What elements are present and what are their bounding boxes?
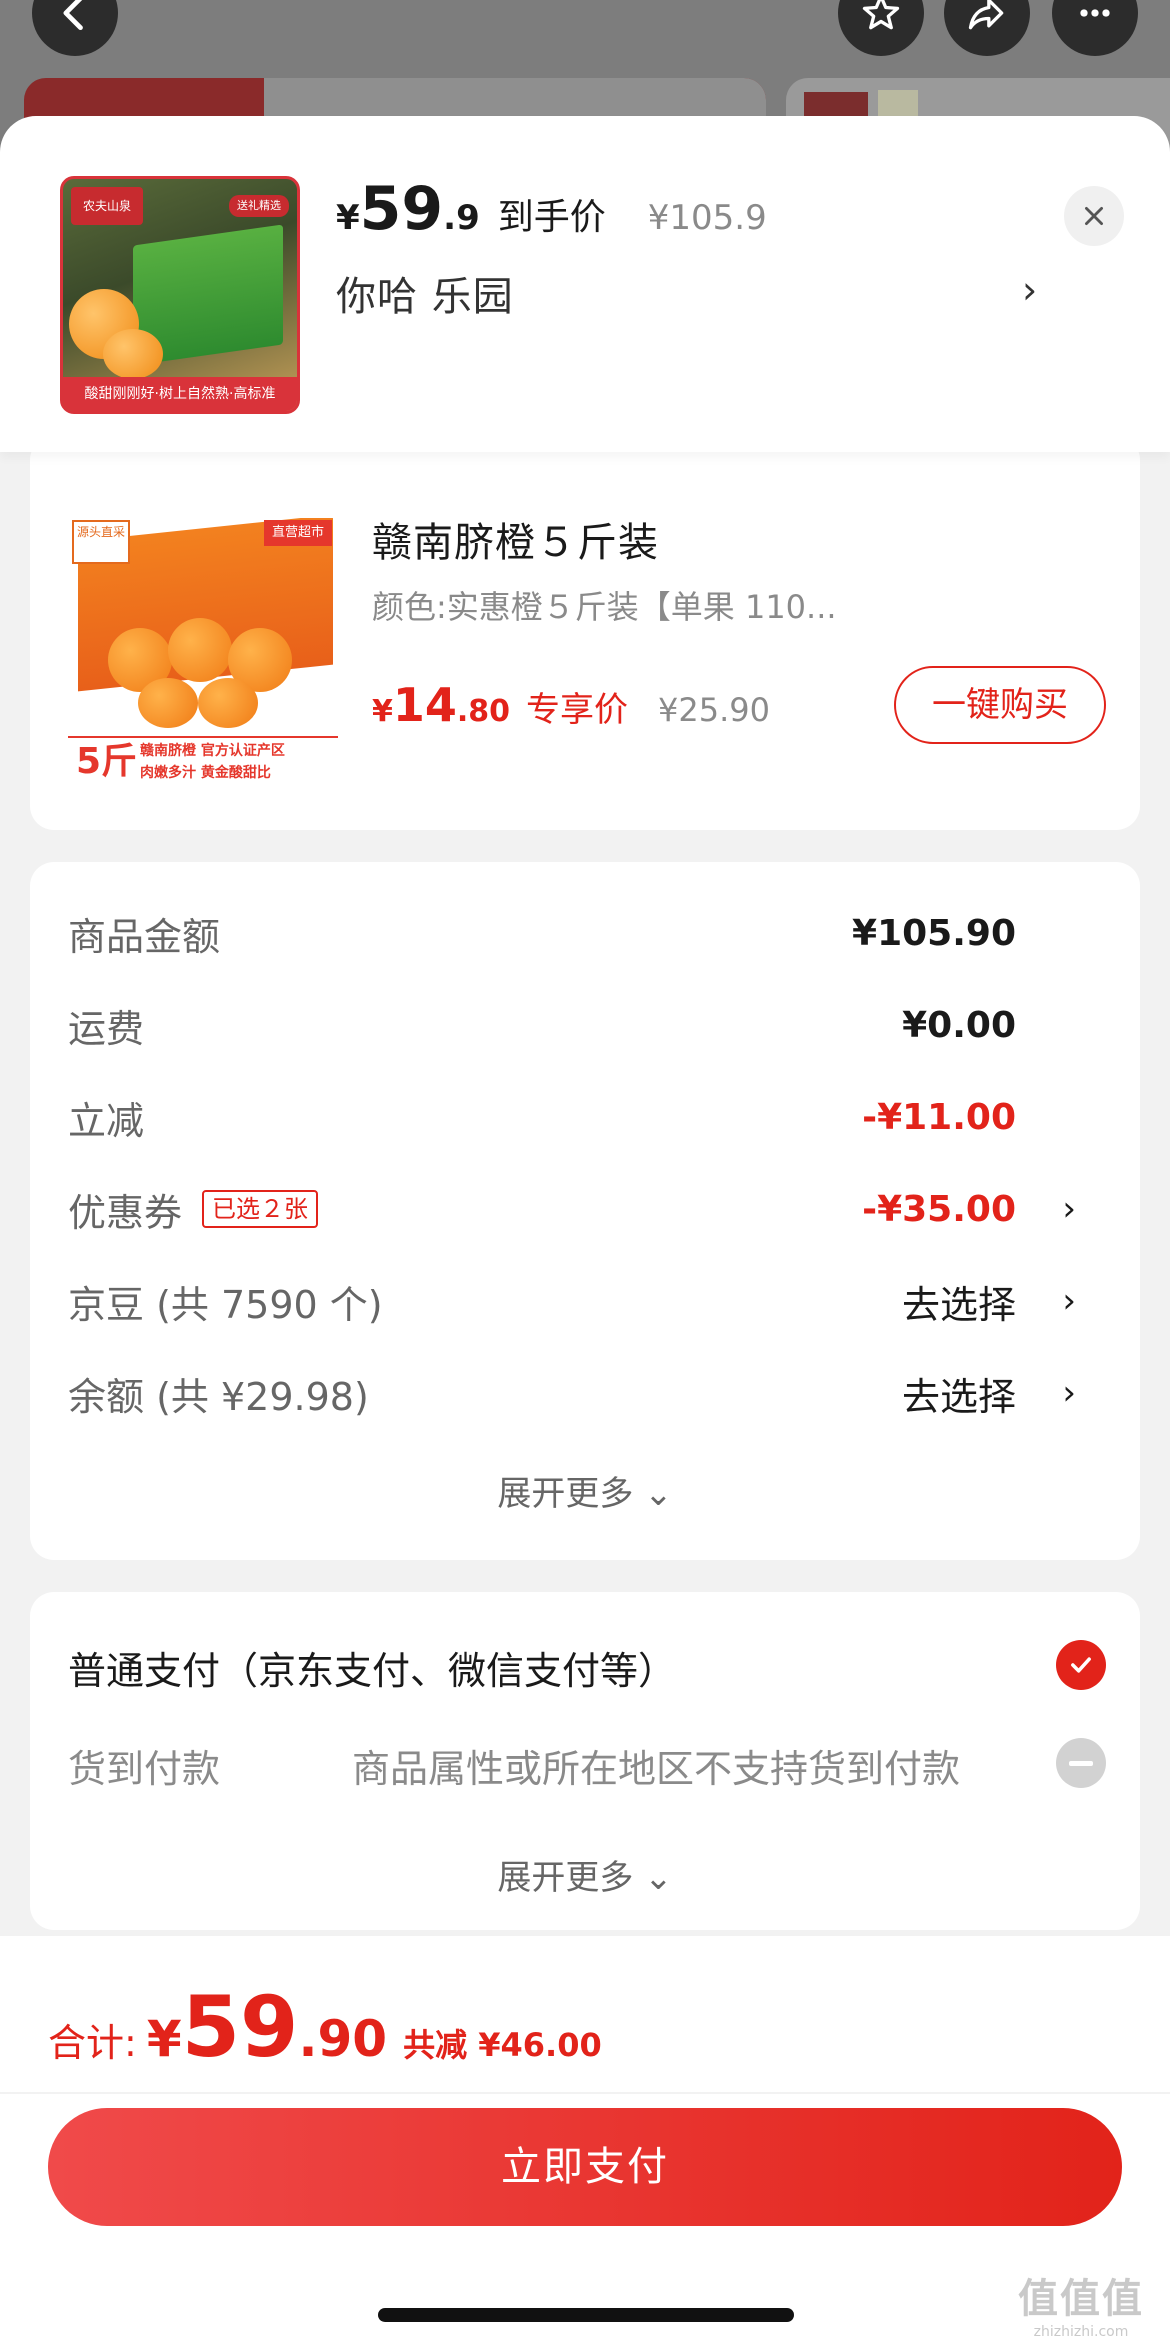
product-thumbnail[interactable]: 农夫山泉 送礼精选 酸甜刚刚好·树上自然熟·高标准	[60, 176, 300, 414]
order-summary-card: 商品金额 ¥105.90 运费 ¥0.00 立减 -¥11.00 优惠券 已选２…	[30, 862, 1140, 1560]
order-total: 合计: ¥ 59 .90 共减 ¥46.00	[48, 1978, 602, 2076]
share-button[interactable]	[944, 0, 1030, 56]
price-integer: 59	[359, 174, 444, 244]
origin-text: 赣南脐橙 官方认证产区	[140, 743, 285, 759]
price-decimal: .80	[456, 694, 511, 729]
more-dots-icon	[1080, 9, 1110, 17]
payment-method-card: 普通支付（京东支付、微信支付等） 货到付款 商品属性或所在地区不支持货到付款 展…	[30, 1592, 1140, 1930]
price-decimal: .9	[443, 198, 480, 238]
close-icon	[1085, 207, 1103, 225]
address-chevron-icon[interactable]: ›	[1022, 268, 1037, 312]
pay-now-button[interactable]: 立即支付	[48, 2108, 1122, 2226]
row-value: ¥105.90	[852, 912, 1016, 954]
currency-symbol: ¥	[372, 694, 393, 729]
original-price: ¥105.9	[647, 198, 767, 238]
product-title[interactable]: 赣南脐橙５斤装	[372, 510, 659, 568]
orange-image	[103, 329, 163, 379]
price-label: 专享价	[526, 690, 629, 730]
expand-more-button[interactable]: 展开更多 ⌄	[30, 1850, 1140, 1899]
payment-option-cod: 货到付款	[68, 1747, 221, 1791]
row-value: 去选择	[901, 1374, 1016, 1419]
gift-tag: 送礼精选	[229, 195, 289, 217]
payment-option-normal[interactable]: 普通支付（京东支付、微信支付等）	[68, 1640, 676, 1695]
chevron-left-icon	[63, 0, 83, 31]
check-circle-icon[interactable]	[1056, 1640, 1106, 1690]
checkout-bar: 合计: ¥ 59 .90 共减 ¥46.00 立即支付 值值值 zhizhizh…	[0, 1936, 1170, 2346]
summary-row-discount: 立减 -¥11.00	[68, 1092, 1104, 1143]
summary-row-subtotal: 商品金额 ¥105.90	[68, 908, 1104, 959]
row-value: ¥0.00	[902, 1004, 1016, 1046]
row-label: 优惠券	[68, 1190, 183, 1235]
currency-symbol: ¥	[336, 198, 360, 238]
price-label: 到手价	[497, 197, 606, 238]
product-spec: 颜色:实惠橙５斤装【单果 110...	[372, 588, 837, 626]
minus-circle-icon	[1056, 1738, 1106, 1788]
row-value: -¥11.00	[862, 1096, 1016, 1138]
currency-symbol: ¥	[146, 2010, 182, 2068]
watermark: 值值值 zhizhizhi.com	[1018, 2266, 1144, 2340]
source-chip: 源头直采	[72, 520, 130, 564]
price-summary-panel: 农夫山泉 送礼精选 酸甜刚刚好·树上自然熟·高标准 ¥ 59 .9 到手价 ¥1…	[0, 116, 1170, 452]
divider	[0, 2092, 1170, 2094]
orange-image	[138, 678, 198, 728]
chevron-right-icon: ›	[1062, 1373, 1076, 1413]
coupon-count-badge: 已选２张	[202, 1190, 319, 1228]
star-icon	[862, 0, 900, 30]
total-decimal: .90	[298, 2010, 388, 2068]
row-label: 余额 (共 ¥29.98)	[68, 1374, 369, 1419]
summary-row-shipping: 运费 ¥0.00	[68, 1000, 1104, 1051]
delivery-address[interactable]: 你哈 乐园	[336, 264, 514, 322]
flavor-text: 肉嫩多汁 黄金酸甜比	[140, 765, 271, 781]
row-label: 京豆 (共 7590 个)	[68, 1282, 383, 1327]
summary-row-balance[interactable]: 余额 (共 ¥29.98) 去选择 ›	[68, 1368, 1104, 1419]
store-chip: 直营超市	[263, 520, 332, 546]
weight-badge: 5斤	[76, 741, 138, 782]
row-label: 商品金额	[68, 914, 221, 959]
close-button[interactable]	[1064, 186, 1124, 246]
original-price: ¥25.90	[658, 691, 771, 729]
total-savings: 共减 ¥46.00	[403, 2026, 602, 2064]
one-click-buy-button[interactable]: 一键购买	[894, 666, 1106, 744]
watermark-url: zhizhizhi.com	[1033, 2324, 1129, 2340]
total-label: 合计:	[48, 2021, 137, 2065]
price-integer: 14	[392, 678, 457, 732]
orange-image	[198, 678, 258, 728]
chevron-right-icon: ›	[1062, 1281, 1076, 1321]
watermark-logo: 值值值	[1018, 2276, 1144, 2322]
product-slogan: 酸甜刚刚好·树上自然熟·高标准	[63, 377, 297, 411]
chevron-right-icon: ›	[1062, 1189, 1076, 1229]
favorite-button[interactable]	[838, 0, 924, 56]
cod-unavailable-note: 商品属性或所在地区不支持货到付款	[352, 1747, 961, 1791]
row-label: 运费	[68, 1006, 145, 1051]
row-value: -¥35.00	[862, 1188, 1016, 1230]
summary-row-jingdou[interactable]: 京豆 (共 7590 个) 去选择 ›	[68, 1276, 1104, 1327]
summary-row-coupon[interactable]: 优惠券 已选２张 -¥35.00 ›	[68, 1184, 1104, 1235]
final-price: ¥ 59 .9 到手价 ¥105.9	[336, 174, 767, 244]
expand-more-button[interactable]: 展开更多 ⌄	[30, 1466, 1140, 1515]
row-label: 立减	[68, 1098, 145, 1143]
product-card: 源头直采 直营超市 赣南脐橙 官方认证产区 肉嫩多汁 黄金酸甜比 5斤 赣南脐橙…	[30, 436, 1140, 830]
back-button[interactable]	[32, 0, 118, 56]
home-indicator[interactable]	[378, 2308, 794, 2322]
product-image[interactable]: 源头直采 直营超市 赣南脐橙 官方认证产区 肉嫩多汁 黄金酸甜比 5斤	[68, 518, 338, 786]
total-integer: 59	[181, 1978, 299, 2076]
orange-image	[168, 618, 232, 682]
more-button[interactable]	[1052, 0, 1138, 56]
product-price: ¥ 14 .80 专享价 ¥25.90	[372, 678, 770, 732]
brand-logo: 农夫山泉	[71, 187, 143, 225]
share-arrow-icon	[968, 0, 1004, 30]
row-value: 去选择	[901, 1282, 1016, 1327]
